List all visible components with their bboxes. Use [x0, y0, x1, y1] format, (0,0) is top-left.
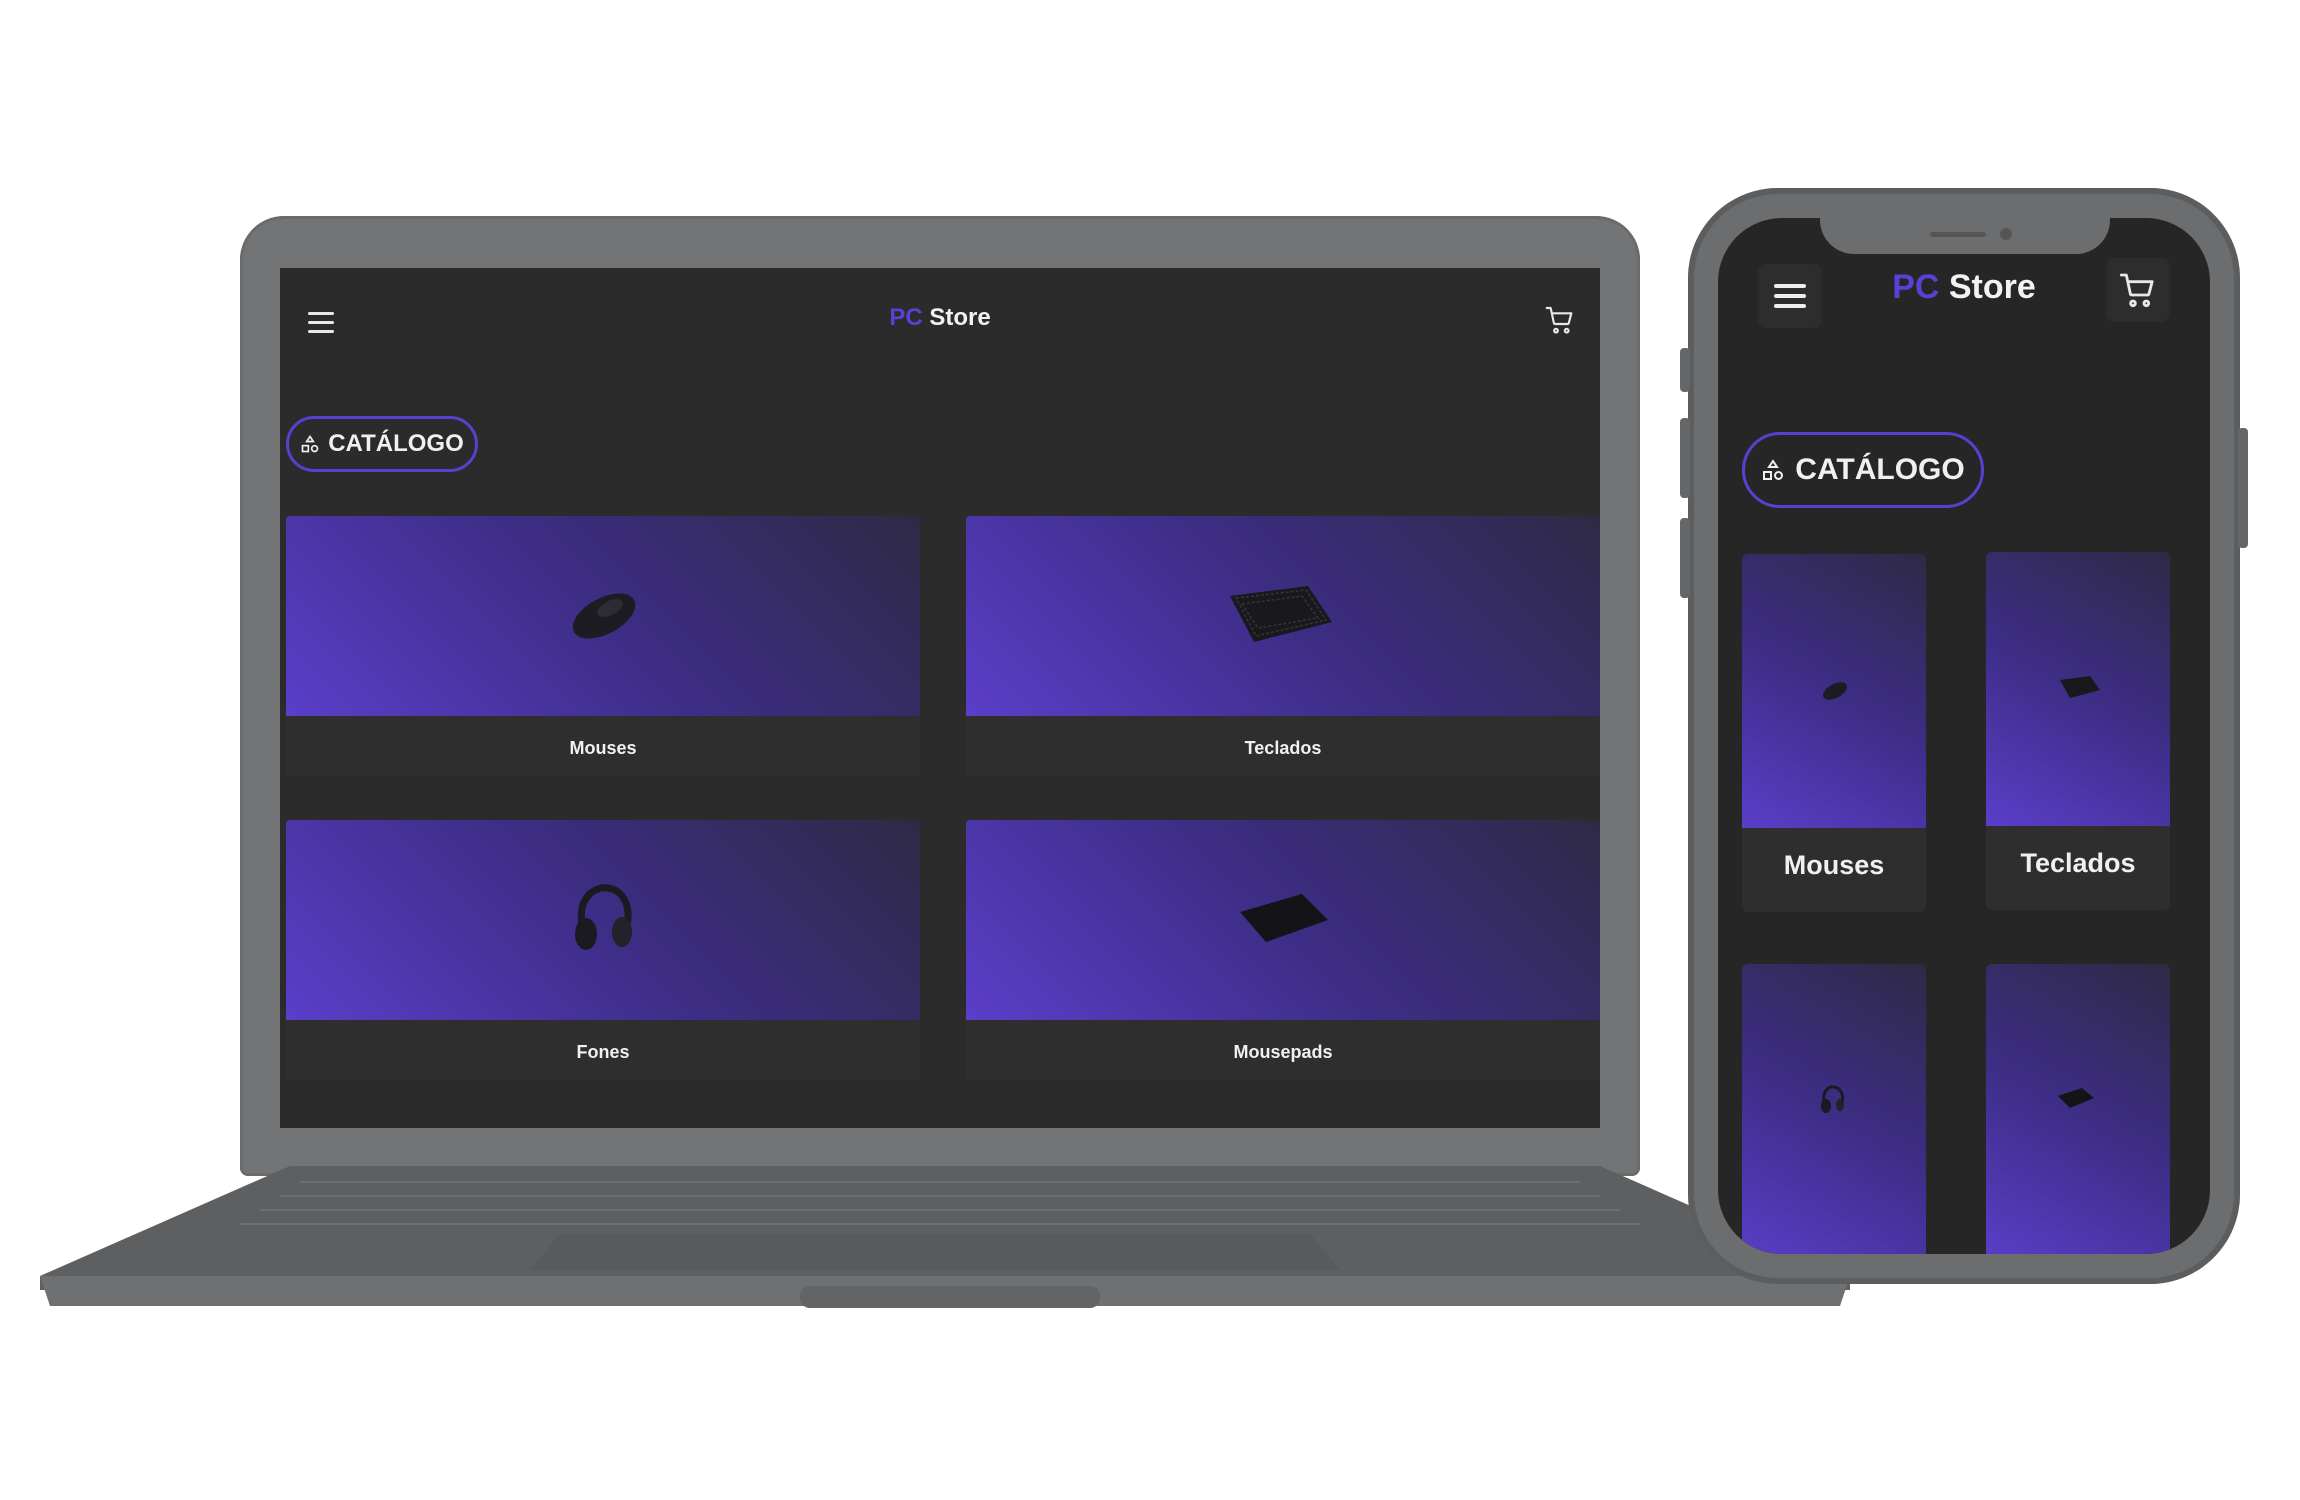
phone-device: PC Store CATÁLOGO Mouses Teclados [1680, 188, 2248, 1284]
category-card-fones[interactable]: Fones [286, 820, 920, 1080]
mousepad-icon [1240, 894, 1328, 942]
logo-prefix: PC [1892, 268, 1940, 306]
catalog-button[interactable]: CATÁLOGO [286, 416, 478, 472]
mouse-icon [572, 593, 636, 639]
logo-prefix: PC [889, 304, 923, 331]
category-card-teclados[interactable]: Teclados [1986, 552, 2170, 910]
shapes-icon [1763, 459, 1784, 480]
category-card-mousepads[interactable] [1986, 964, 2170, 1254]
catalog-button-label: CATÁLOGO [1795, 453, 1965, 486]
category-label: Mouses [569, 738, 637, 758]
category-image [286, 516, 920, 716]
category-image [966, 820, 1600, 1020]
mousepad-icon [2058, 1088, 2094, 1108]
category-image [1986, 552, 2170, 826]
category-image [1742, 554, 1926, 828]
category-label: Teclados [2020, 848, 2136, 878]
category-image [1742, 964, 1926, 1254]
category-label: Mouses [1783, 850, 1885, 880]
category-label: Mousepads [1233, 1042, 1333, 1062]
catalog-button-label: CATÁLOGO [328, 430, 464, 457]
category-label: Teclados [1244, 738, 1322, 758]
category-label: Fones [576, 1042, 630, 1062]
shapes-icon [301, 434, 319, 453]
site-logo[interactable]: PC Store [280, 304, 1600, 332]
category-card-fones[interactable] [1742, 964, 1926, 1254]
phone-notch [1820, 218, 2110, 254]
phone-screen: PC Store CATÁLOGO Mouses Teclados [1718, 218, 2210, 1254]
logo-name: Store [929, 304, 991, 331]
keyboard-icon [2060, 676, 2100, 698]
headphones-icon [1821, 1085, 1845, 1113]
category-image [286, 820, 920, 1020]
logo-name: Store [1948, 268, 2036, 306]
laptop-screen: PC Store CATÁLOGO Mouses Teclados Fones … [280, 268, 1600, 1128]
category-image [1986, 964, 2170, 1254]
category-card-mouses[interactable]: Mouses [286, 516, 920, 776]
category-card-mousepads[interactable]: Mousepads [966, 820, 1600, 1080]
shopping-cart-icon[interactable] [1544, 304, 1576, 336]
category-card-mouses[interactable]: Mouses [1742, 554, 1926, 912]
catalog-button[interactable]: CATÁLOGO [1742, 432, 1984, 508]
keyboard-icon [1230, 586, 1332, 642]
site-header: PC Store [280, 268, 1600, 368]
category-card-teclados[interactable]: Teclados [966, 516, 1600, 776]
shopping-cart-icon [2119, 273, 2154, 308]
laptop-device: PC Store CATÁLOGO Mouses Teclados Fones … [240, 216, 1640, 1176]
headphones-icon [575, 884, 632, 950]
mouse-icon [1823, 682, 1847, 700]
laptop-keyboard-base [40, 1160, 1850, 1320]
category-image [966, 516, 1600, 716]
cart-button[interactable] [2106, 258, 2170, 322]
